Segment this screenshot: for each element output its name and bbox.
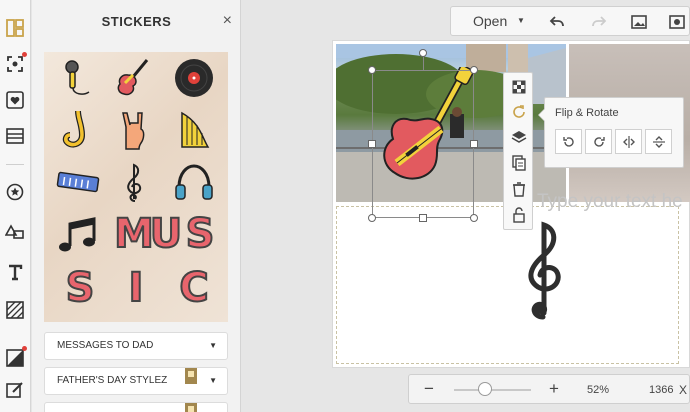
resize-handle-left[interactable] <box>368 140 376 148</box>
sticker-letter-i[interactable]: I <box>114 265 158 311</box>
redo-icon[interactable] <box>589 12 609 32</box>
layers-icon[interactable] <box>509 127 529 147</box>
background-icon[interactable] <box>3 52 27 76</box>
dropdown-next-collection[interactable] <box>44 402 228 412</box>
sticker-guitar-small[interactable] <box>112 56 156 100</box>
resize-handle-tl[interactable] <box>368 66 376 74</box>
resize-handle-right[interactable] <box>470 140 478 148</box>
zoom-slider-track[interactable] <box>454 389 531 391</box>
sticker-keyboard[interactable] <box>56 160 100 204</box>
top-toolbar: Open ▼ <box>450 6 690 36</box>
object-toolstrip <box>503 72 533 230</box>
pattern-icon[interactable] <box>3 298 27 322</box>
close-icon[interactable]: × <box>223 12 232 30</box>
canvas-width: 1366 <box>649 384 674 396</box>
stickers-panel: STICKERS × M U S S I C MESSAGES TO DAD ▼… <box>32 0 241 412</box>
flip-vertical-icon[interactable] <box>645 129 672 154</box>
undo-icon[interactable] <box>547 12 567 32</box>
lock-icon[interactable] <box>509 205 529 225</box>
resize-handle-bl[interactable] <box>368 214 376 222</box>
duplicate-icon[interactable] <box>509 153 529 173</box>
sticker-rock-hand[interactable] <box>112 108 156 152</box>
text-icon[interactable] <box>3 260 27 284</box>
badge-star-icon[interactable] <box>3 180 27 204</box>
transparency-icon[interactable] <box>509 77 529 97</box>
sticker-grid: M U S S I C <box>44 52 228 322</box>
resize-handle-bottom[interactable] <box>419 214 427 222</box>
notification-dot <box>22 346 27 351</box>
table-icon[interactable] <box>3 124 27 148</box>
flip-horizontal-icon[interactable] <box>615 129 642 154</box>
sticker-headphones[interactable] <box>172 160 216 204</box>
caret-down-icon[interactable]: ▼ <box>517 16 525 25</box>
sticker-letter-s2[interactable]: S <box>58 265 102 311</box>
dropdown-label: FATHER'S DAY STYLEZ <box>57 375 168 386</box>
color-icon[interactable] <box>3 346 27 370</box>
zoom-slider-thumb[interactable] <box>478 382 492 396</box>
flip-rotate-popup: Flip & Rotate <box>538 97 684 168</box>
text-placeholder[interactable]: Type your text he <box>537 191 690 213</box>
premium-tag-icon <box>185 368 197 384</box>
shapes-icon[interactable] <box>3 220 27 244</box>
caret-down-icon: ▼ <box>209 341 217 350</box>
edit-icon[interactable] <box>3 378 27 402</box>
rotate-handle[interactable] <box>419 49 427 57</box>
selection-frame <box>372 70 474 218</box>
zoom-bar: − + 52% 1366 X <box>408 374 690 404</box>
zoom-percent: 52% <box>587 384 610 396</box>
left-rail <box>0 0 31 412</box>
dropdown-label: MESSAGES TO DAD <box>57 340 154 351</box>
layout-icon[interactable] <box>3 16 27 40</box>
caret-down-icon: ▼ <box>209 376 217 385</box>
sticker-letter-c[interactable]: C <box>172 265 216 311</box>
dimension-separator: X <box>679 383 688 397</box>
sticker-letter-s[interactable]: S <box>178 211 222 257</box>
sticker-microphone[interactable] <box>56 56 100 100</box>
image-icon[interactable] <box>629 12 649 32</box>
dropdown-messages-to-dad[interactable]: MESSAGES TO DAD ▼ <box>44 332 228 360</box>
popup-title: Flip & Rotate <box>555 107 619 119</box>
rotate-icon[interactable] <box>509 102 529 122</box>
trash-icon[interactable] <box>509 179 529 199</box>
premium-tag-icon <box>185 403 197 412</box>
sticker-music-notes[interactable] <box>56 214 100 258</box>
sticker-heart-icon[interactable] <box>3 88 27 112</box>
zoom-out-button[interactable]: − <box>424 379 434 399</box>
resize-handle-br[interactable] <box>470 214 478 222</box>
rail-divider <box>6 164 24 165</box>
sticker-saxophone[interactable] <box>56 108 100 152</box>
sticker-harp[interactable] <box>172 108 216 152</box>
panel-title: STICKERS <box>101 14 172 29</box>
sticker-treble-clef-small[interactable] <box>112 160 156 204</box>
resize-handle-tr[interactable] <box>470 66 478 74</box>
fit-screen-icon[interactable] <box>667 12 687 32</box>
dropdown-fathers-day-stylez[interactable]: FATHER'S DAY STYLEZ ▼ <box>44 367 228 395</box>
zoom-in-button[interactable]: + <box>549 379 559 399</box>
rotate-left-icon[interactable] <box>555 129 582 154</box>
sticker-vinyl-record[interactable] <box>172 56 216 100</box>
rotate-right-icon[interactable] <box>585 129 612 154</box>
treble-clef-sticker[interactable] <box>517 217 573 321</box>
open-button[interactable]: Open <box>473 13 507 29</box>
notification-dot <box>22 52 27 57</box>
